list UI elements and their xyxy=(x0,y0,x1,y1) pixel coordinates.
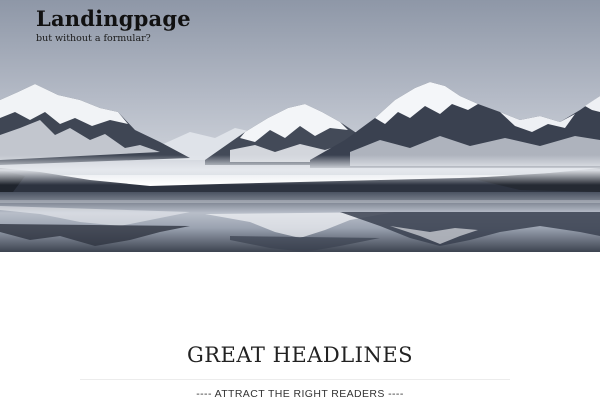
section-subheadline: ---- ATTRACT THE RIGHT READERS ---- xyxy=(196,388,404,400)
landing-page: Landingpage but without a formular? GREA… xyxy=(0,0,600,400)
site-tagline: but without a formular? xyxy=(36,33,151,44)
headline-divider xyxy=(80,379,510,380)
main-content: GREAT HEADLINES ---- ATTRACT THE RIGHT R… xyxy=(0,252,600,400)
section-headline: GREAT HEADLINES xyxy=(186,343,414,367)
hero-banner: Landingpage but without a formular? xyxy=(0,0,600,252)
site-title-link[interactable]: Landingpage xyxy=(36,6,191,32)
site-brand: Landingpage but without a formular? xyxy=(36,6,191,45)
